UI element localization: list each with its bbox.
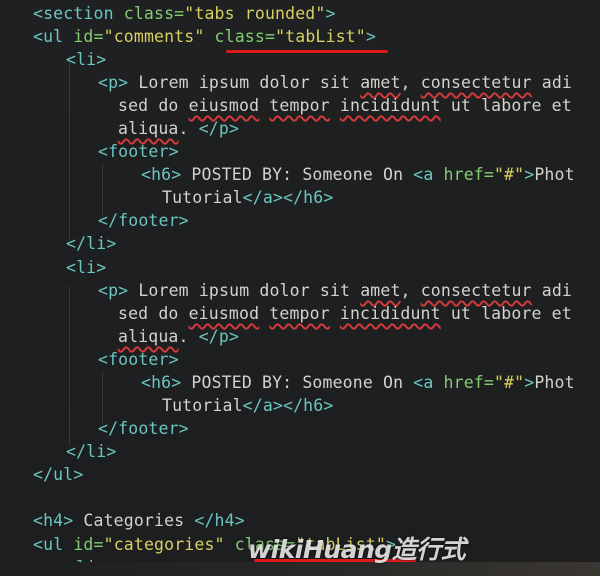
code-line-15: aliqua. </p>: [118, 327, 240, 346]
code-line-5: sed do eiusmod tempor incididunt ut labo…: [118, 96, 572, 115]
watermark: wikiHuang造行式: [248, 535, 466, 564]
code-line-6: aliqua. </p>: [118, 119, 240, 138]
annotation-underline: [226, 50, 388, 53]
code-line-10: </footer>: [98, 211, 189, 230]
code-line-21: </ul>: [33, 465, 84, 484]
code-line-17: <h6> POSTED BY: Someone On <a href="#">P…: [141, 373, 575, 392]
code-line-1: <section class="tabs rounded">: [33, 4, 336, 23]
code-line-19: </footer>: [98, 419, 189, 438]
code-line-12: <li>: [66, 258, 107, 277]
code-line-3: <li>: [66, 50, 107, 69]
code-line-23: <h4> Categories </h4>: [33, 511, 245, 530]
code-line-7: <footer>: [98, 142, 179, 161]
code-line-11: </li>: [66, 234, 117, 253]
code-line-9: Tutorial</a></h6>: [162, 188, 334, 207]
code-line-4: <p> Lorem ipsum dolor sit amet, consecte…: [98, 73, 572, 92]
code-line-20: </li>: [66, 442, 117, 461]
code-line-14: sed do eiusmod tempor incididunt ut labo…: [118, 304, 572, 323]
code-line-16: <footer>: [98, 350, 179, 369]
code-line-2: <ul id="comments" class="tabList">: [33, 27, 376, 46]
code-editor[interactable]: <section class="tabs rounded"> <ul id="c…: [0, 0, 600, 576]
code-line-8: <h6> POSTED BY: Someone On <a href="#">P…: [141, 165, 575, 184]
code-line-18: Tutorial</a></h6>: [162, 396, 334, 415]
indent-guide: [69, 56, 70, 240]
indent-guide: [69, 286, 70, 446]
code-line-13: <p> Lorem ipsum dolor sit amet, consecte…: [98, 281, 572, 300]
